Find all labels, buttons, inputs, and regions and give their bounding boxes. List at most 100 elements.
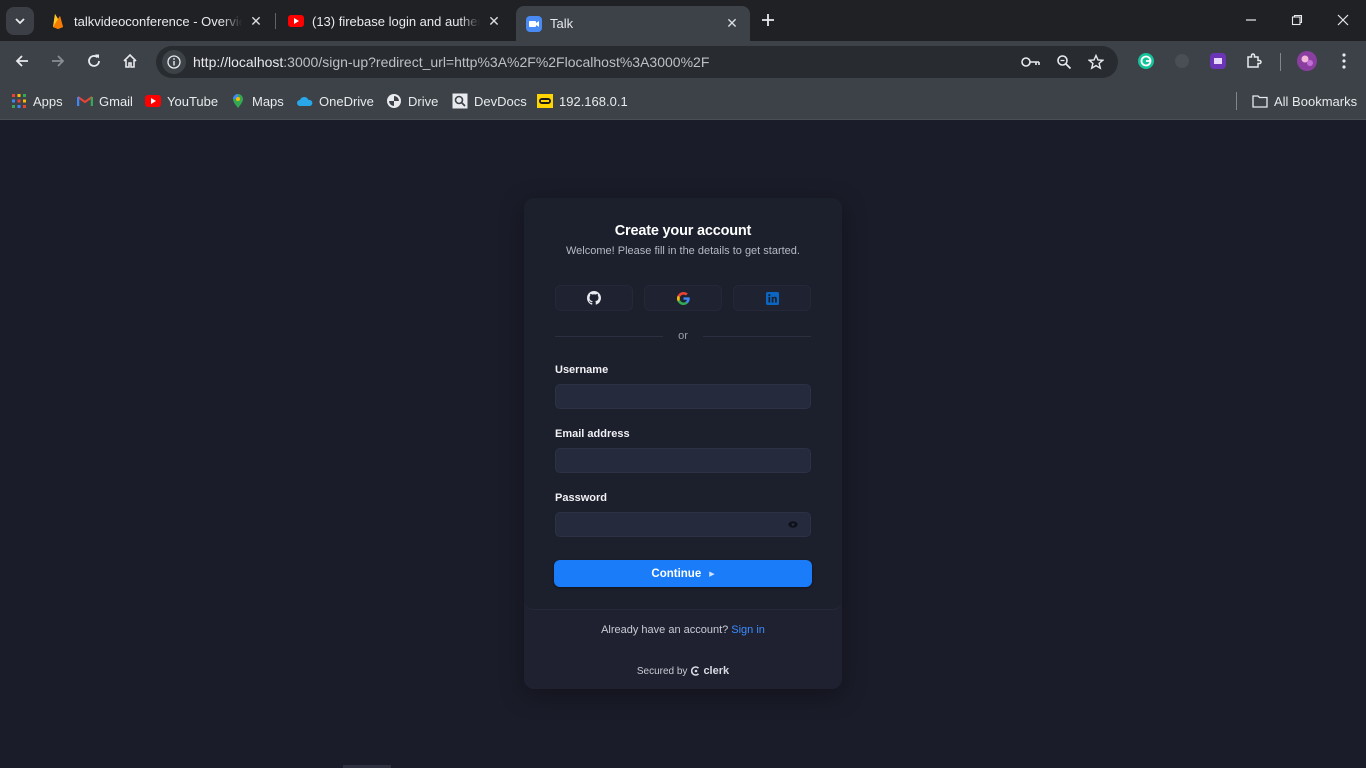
restore-icon — [1291, 14, 1303, 26]
password-label: Password — [555, 492, 607, 504]
reload-icon — [88, 54, 100, 67]
all-bookmarks-button[interactable]: All Bookmarks — [1252, 91, 1357, 111]
plus-icon — [762, 14, 774, 26]
bookmark-label: YouTube — [167, 93, 219, 109]
bookmark-label: 192.168.0.1 — [559, 93, 628, 109]
address-bar[interactable]: http://localhost:3000/sign-up?redirect_u… — [156, 46, 1118, 78]
password-key-icon[interactable] — [1020, 51, 1042, 73]
extension-purple-icon[interactable] — [1208, 51, 1228, 71]
show-password-icon[interactable] — [788, 520, 798, 529]
minimize-button[interactable] — [1228, 0, 1274, 40]
email-input[interactable] — [555, 448, 811, 473]
tab-strip: talkvideoconference - Overview ✕ (13) fi… — [0, 0, 1366, 41]
close-icon — [1337, 14, 1349, 26]
bookmark-label: Drive — [408, 93, 439, 109]
youtube-icon — [288, 13, 304, 29]
arrow-right-icon — [52, 55, 65, 67]
bookmarks-divider — [1236, 92, 1237, 110]
clerk-brand-text: clerk — [703, 665, 730, 677]
bookmark-youtube[interactable]: YouTube — [145, 91, 218, 111]
new-tab-button[interactable] — [756, 8, 780, 32]
toolbar-divider — [1280, 53, 1281, 71]
tab-separator — [275, 13, 276, 29]
github-icon — [587, 291, 601, 305]
secured-by-clerk: Secured by clerk — [524, 665, 842, 677]
devdocs-icon — [452, 93, 468, 109]
url-text[interactable]: http://localhost:3000/sign-up?redirect_u… — [193, 54, 709, 70]
gmail-icon — [77, 93, 93, 109]
password-input[interactable] — [555, 512, 811, 537]
or-separator: or — [678, 330, 688, 342]
folder-icon — [1252, 93, 1268, 109]
site-info-button[interactable] — [162, 50, 186, 74]
signup-card: Create your account Welcome! Please fill… — [524, 198, 842, 689]
bookmark-devdocs[interactable]: DevDocs — [452, 91, 527, 111]
tab-title: talkvideoconference - Overview — [74, 13, 242, 29]
bookmark-star-icon[interactable] — [1085, 51, 1107, 73]
bookmark-label: Maps — [252, 93, 284, 109]
grammarly-icon[interactable] — [1136, 51, 1156, 71]
youtube-icon — [145, 93, 161, 109]
home-button[interactable] — [116, 47, 144, 75]
tab-firebase[interactable]: talkvideoconference - Overview ✕ — [40, 6, 274, 36]
restore-button[interactable] — [1274, 0, 1320, 40]
bookmark-label: DevDocs — [474, 93, 527, 109]
signin-prompt: Already have an account? Sign in — [524, 624, 842, 636]
extensions-puzzle-icon[interactable] — [1244, 51, 1264, 71]
page-content: Create your account Welcome! Please fill… — [0, 121, 1366, 768]
bookmarks-bar: Apps Gmail YouTube Maps OneDrive Drive D… — [0, 81, 1366, 120]
forward-button[interactable] — [44, 47, 72, 75]
bookmark-label: OneDrive — [319, 93, 374, 109]
clerk-logo[interactable]: clerk — [691, 665, 729, 677]
sign-in-link[interactable]: Sign in — [731, 624, 765, 636]
profile-avatar[interactable] — [1297, 51, 1317, 71]
github-button[interactable] — [555, 285, 633, 311]
home-icon — [123, 53, 137, 68]
bookmark-apps[interactable]: Apps — [11, 91, 63, 111]
google-button[interactable] — [644, 285, 722, 311]
close-icon[interactable]: ✕ — [248, 13, 264, 29]
bookmark-maps[interactable]: Maps — [230, 91, 284, 111]
linkedin-button[interactable] — [733, 285, 811, 311]
close-window-button[interactable] — [1320, 0, 1366, 40]
page-title: Create your account — [614, 223, 752, 239]
bookmark-gmail[interactable]: Gmail — [77, 91, 133, 111]
close-icon[interactable]: ✕ — [486, 13, 502, 29]
tab-title: Talk — [550, 16, 574, 31]
extension-dot-icon[interactable] — [1172, 51, 1192, 71]
drive-icon — [386, 93, 402, 109]
signin-prompt-text: Already have an account? — [601, 624, 729, 636]
tab-title: (13) firebase login and authenti — [312, 13, 480, 29]
bookmark-onedrive[interactable]: OneDrive — [297, 91, 374, 111]
menu-button[interactable] — [1334, 51, 1354, 71]
tab-search-button[interactable] — [6, 7, 34, 35]
firebase-icon — [50, 13, 66, 29]
secured-by-text: Secured by — [636, 665, 688, 677]
continue-label: Continue — [651, 567, 702, 580]
tab-talk[interactable]: Talk ✕ — [516, 6, 750, 41]
router-icon — [537, 93, 553, 109]
bookmark-label: Gmail — [99, 93, 133, 109]
username-label: Username — [555, 364, 609, 376]
username-input[interactable] — [555, 384, 811, 409]
video-call-icon — [526, 15, 542, 32]
bookmark-drive[interactable]: Drive — [386, 91, 438, 111]
tab-youtube[interactable]: (13) firebase login and authenti ✕ — [278, 6, 512, 36]
email-label: Email address — [555, 428, 630, 440]
url-host: http://localhost — [193, 54, 284, 70]
url-path: :3000/sign-up?redirect_url=http%3A%2F%2F… — [283, 54, 710, 70]
back-button[interactable] — [8, 47, 36, 75]
reload-button[interactable] — [80, 47, 108, 75]
browser-toolbar: http://localhost:3000/sign-up?redirect_u… — [0, 41, 1366, 81]
linkedin-icon — [765, 291, 779, 305]
onedrive-icon — [297, 93, 313, 109]
page-subtitle: Welcome! Please fill in the details to g… — [566, 245, 800, 257]
divider-left — [555, 336, 663, 337]
continue-button[interactable]: Continue ▶ — [554, 560, 812, 587]
clerk-logo-icon — [691, 666, 700, 676]
zoom-icon[interactable] — [1053, 51, 1075, 73]
close-icon[interactable]: ✕ — [724, 15, 740, 32]
play-arrow-icon: ▶ — [709, 570, 715, 578]
bookmark-router[interactable]: 192.168.0.1 — [537, 91, 628, 111]
info-icon — [167, 55, 181, 69]
